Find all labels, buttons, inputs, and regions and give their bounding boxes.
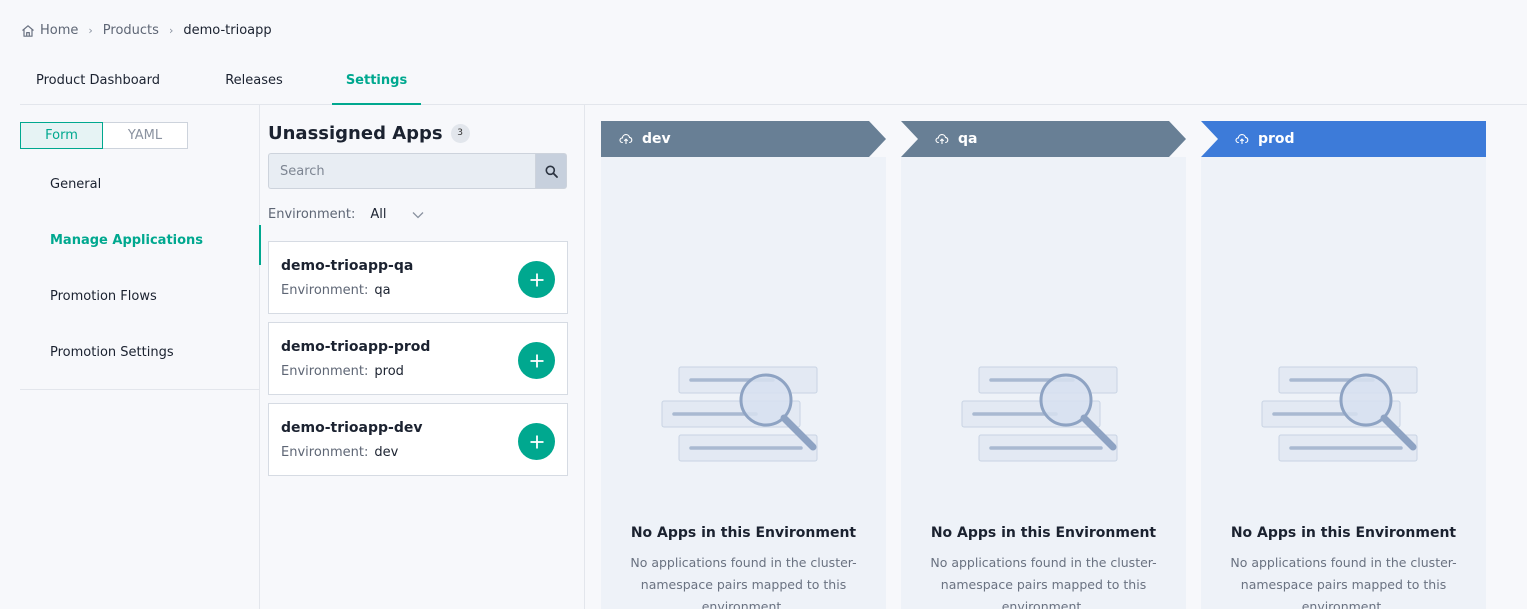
empty-search-illustration [961, 366, 1118, 462]
view-toggle: Form YAML [20, 122, 188, 149]
app-card: demo-trioapp-qa Environment: qa [268, 241, 568, 314]
breadcrumb-separator: › [88, 24, 93, 37]
unassigned-apps-heading: Unassigned Apps 3 [268, 123, 470, 144]
tab-settings[interactable]: Settings [332, 64, 421, 105]
empty-state-description: No applications found in the cluster-nam… [930, 555, 1157, 609]
environment-body: No Apps in this Environment No applicati… [1201, 157, 1486, 609]
plus-icon [530, 435, 543, 448]
environment-header[interactable]: qa [901, 121, 1186, 157]
unassigned-apps-title: Unassigned Apps [268, 123, 443, 144]
unassigned-apps-panel: Unassigned Apps 3 Environment: All demo-… [260, 105, 585, 609]
empty-search-illustration [1261, 366, 1418, 462]
home-icon[interactable] [21, 24, 35, 38]
search-input[interactable] [268, 153, 535, 189]
cloud-upload-icon [1235, 134, 1249, 144]
environment-header[interactable]: prod [1201, 121, 1486, 157]
search-icon [545, 165, 558, 178]
yaml-toggle-button[interactable]: YAML [103, 122, 188, 149]
app-env-label: Environment: [281, 364, 369, 379]
environment-column-qa: qa No Apps in this Environment No applic… [901, 121, 1186, 609]
tab-product-dashboard[interactable]: Product Dashboard [20, 64, 176, 105]
empty-search-illustration [661, 366, 818, 462]
empty-state-description: No applications found in the cluster-nam… [1230, 555, 1457, 609]
app-environment: Environment: prod [281, 364, 404, 379]
breadcrumb-current: demo-trioapp [183, 23, 272, 38]
cloud-upload-icon [935, 134, 949, 144]
environment-column-prod: prod No Apps in this Environment No appl… [1201, 121, 1486, 609]
empty-state-title: No Apps in this Environment [630, 525, 857, 541]
sidebar-item-manage-applications[interactable]: Manage Applications [20, 213, 261, 269]
sidebar-nav: General Manage Applications Promotion Fl… [20, 157, 261, 381]
tab-releases[interactable]: Releases [209, 64, 299, 105]
environment-body: No Apps in this Environment No applicati… [601, 157, 886, 609]
environment-body: No Apps in this Environment No applicati… [901, 157, 1186, 609]
count-badge: 3 [450, 124, 470, 143]
app-environment: Environment: qa [281, 283, 391, 298]
plus-icon [530, 354, 543, 367]
empty-state-description: No applications found in the cluster-nam… [630, 555, 857, 609]
app-env-value: prod [374, 364, 404, 379]
app-environment: Environment: dev [281, 445, 398, 460]
empty-state-title: No Apps in this Environment [930, 525, 1157, 541]
search-box [268, 153, 567, 189]
breadcrumb: Home › Products › demo-trioapp [21, 23, 272, 38]
chevron-down-icon[interactable] [412, 211, 424, 219]
environment-header[interactable]: dev [601, 121, 886, 157]
environment-name: qa [958, 131, 978, 147]
search-button[interactable] [535, 153, 567, 189]
breadcrumb-home[interactable]: Home [40, 23, 78, 38]
tab-bar: Product Dashboard Releases Settings [20, 64, 1527, 105]
add-app-button[interactable] [518, 423, 555, 460]
app-name: demo-trioapp-dev [281, 420, 423, 436]
cloud-upload-icon [619, 134, 633, 144]
add-app-button[interactable] [518, 342, 555, 379]
environment-filter-label: Environment: [268, 207, 356, 222]
app-env-value: qa [374, 283, 391, 298]
app-env-label: Environment: [281, 283, 369, 298]
breadcrumb-products[interactable]: Products [103, 23, 159, 38]
app-card: demo-trioapp-prod Environment: prod [268, 322, 568, 395]
environment-name: prod [1258, 131, 1295, 147]
app-card: demo-trioapp-dev Environment: dev [268, 403, 568, 476]
app-name: demo-trioapp-qa [281, 258, 414, 274]
add-app-button[interactable] [518, 261, 555, 298]
app-name: demo-trioapp-prod [281, 339, 431, 355]
breadcrumb-separator: › [168, 24, 174, 37]
environment-name: dev [642, 131, 671, 147]
sidebar-divider [20, 389, 260, 390]
sidebar-item-general[interactable]: General [20, 157, 260, 213]
plus-icon [530, 273, 543, 286]
sidebar-item-promotion-settings[interactable]: Promotion Settings [20, 325, 260, 381]
environment-filter[interactable]: Environment: All [268, 207, 424, 222]
settings-sidebar: Form YAML General Manage Applications Pr… [20, 105, 261, 609]
environment-filter-value[interactable]: All [370, 207, 406, 222]
empty-state-title: No Apps in this Environment [1230, 525, 1457, 541]
environment-column-dev: dev No Apps in this Environment No appli… [601, 121, 886, 609]
app-env-value: dev [374, 445, 399, 460]
form-toggle-button[interactable]: Form [20, 122, 103, 149]
sidebar-item-promotion-flows[interactable]: Promotion Flows [20, 269, 260, 325]
app-env-label: Environment: [281, 445, 369, 460]
